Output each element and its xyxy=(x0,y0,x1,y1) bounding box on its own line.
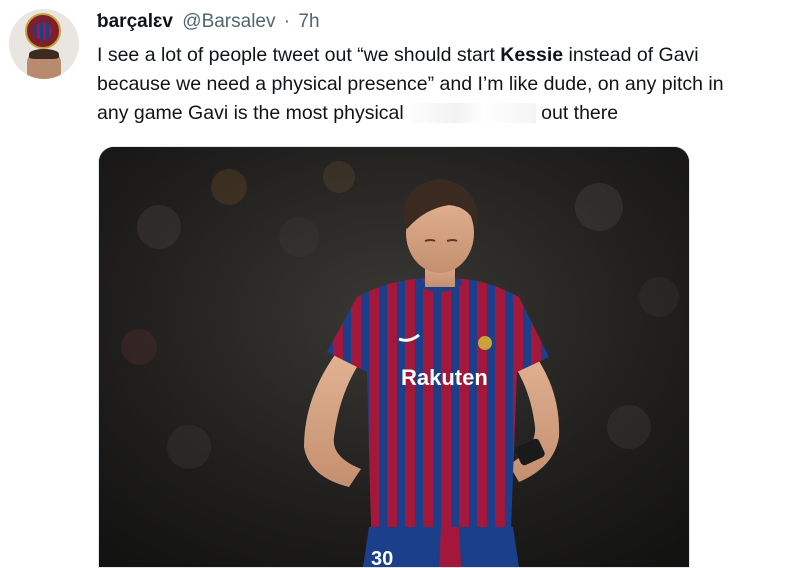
author-name[interactable]: ƅarçalɛv xyxy=(97,11,173,32)
redacted-text xyxy=(403,103,536,123)
tweet-header: ƅarçalɛv @Barsalev · 7h xyxy=(97,9,320,35)
shirt-sponsor-text: Rakuten xyxy=(401,365,488,390)
tweet-media-photo[interactable]: Rakuten 30 xyxy=(98,146,690,568)
club-crest-icon xyxy=(25,13,61,49)
bold-word: Kessie xyxy=(500,44,564,66)
text-segment: instead of Gavi xyxy=(563,44,699,66)
photo-of-player: Rakuten 30 xyxy=(99,147,689,567)
tweet-text-line-1: I see a lot of people tweet out “we shou… xyxy=(97,41,797,70)
tweet-text: I see a lot of people tweet out “we shou… xyxy=(97,41,797,128)
avatar-face xyxy=(27,49,61,79)
shorts-number-text: 30 xyxy=(371,548,393,567)
text-segment: out there xyxy=(535,102,619,124)
text-segment: I see a lot of people tweet out “we shou… xyxy=(97,44,501,66)
author-avatar[interactable] xyxy=(9,9,79,79)
author-handle[interactable]: @Barsalev xyxy=(182,11,275,32)
tweet-text-line-2: because we need a physical presence” and… xyxy=(97,73,724,95)
tweet-text-line-3: any game Gavi is the most physical out t… xyxy=(97,99,797,128)
tweet: ƅarçalɛv @Barsalev · 7h I see a lot of p… xyxy=(0,0,800,568)
separator-dot: · xyxy=(283,11,291,32)
tweet-timestamp[interactable]: 7h xyxy=(298,11,319,32)
text-segment: any game Gavi is the most physical xyxy=(97,102,404,124)
